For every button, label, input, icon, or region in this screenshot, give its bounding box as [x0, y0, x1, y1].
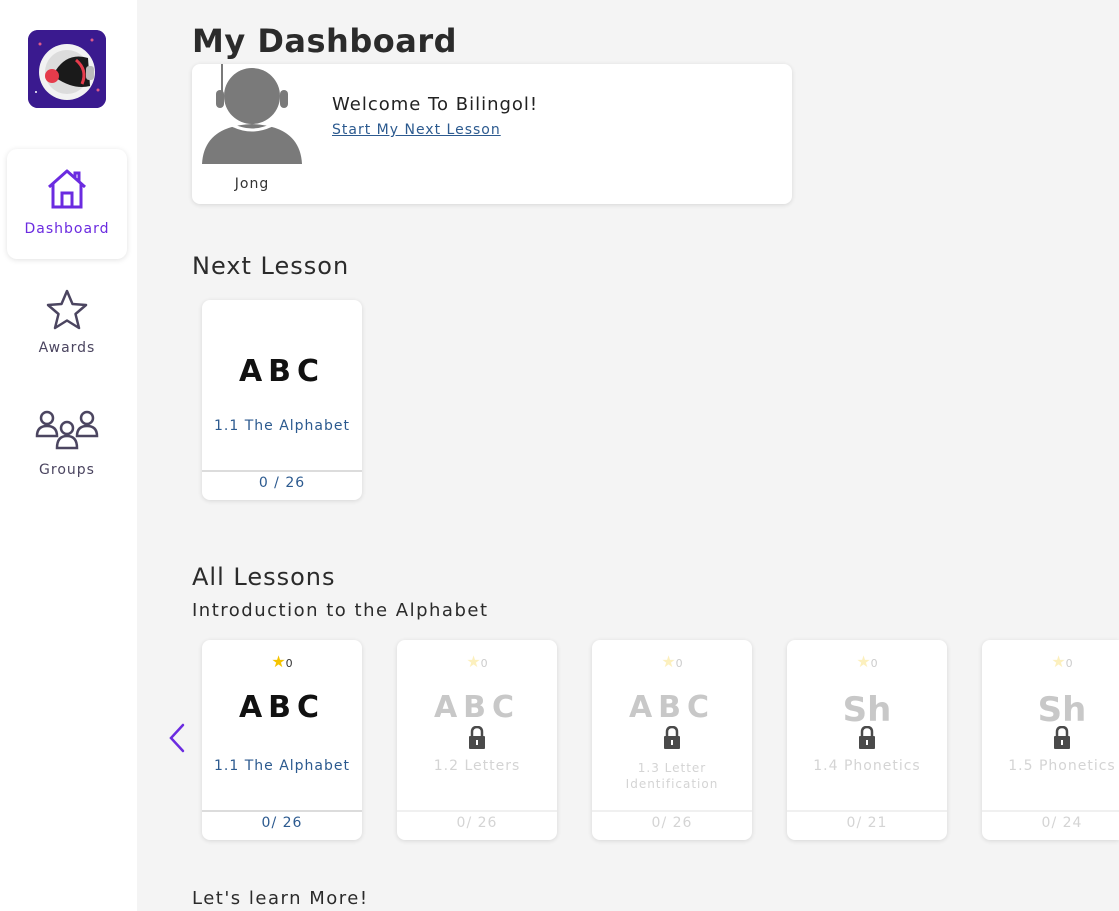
page-title: My Dashboard	[192, 22, 457, 60]
start-next-lesson-link[interactable]: Start My Next Lesson	[332, 122, 501, 138]
sidebar-item-awards[interactable]: Awards	[7, 272, 127, 382]
chevron-left-icon[interactable]	[166, 722, 188, 754]
lock-icon	[664, 726, 680, 749]
lesson-glyph: ABC	[238, 690, 326, 725]
lesson-card[interactable]: ★0 Sh 1.5 Phonetics 0/ 24	[982, 640, 1119, 840]
star-count: 0	[870, 657, 878, 670]
divider	[787, 810, 947, 812]
lesson-glyph: ABC	[238, 354, 326, 389]
sidebar-item-label: Dashboard	[24, 221, 110, 237]
lesson-name: 1.5 Phonetics	[1008, 758, 1116, 774]
divider	[592, 810, 752, 812]
lesson-glyph: ABC	[433, 690, 521, 725]
lock-icon	[859, 726, 875, 749]
all-lessons-heading: All Lessons	[192, 563, 336, 591]
lesson-stars: ★0	[592, 652, 752, 671]
star-icon: ★	[856, 652, 871, 671]
lock-icon	[469, 726, 485, 749]
sidebar-item-label: Awards	[38, 340, 96, 356]
lesson-card[interactable]: ★0 ABC 1.3 Letter Identification 0/ 26	[592, 640, 752, 840]
star-icon: ★	[661, 652, 676, 671]
divider	[982, 810, 1119, 812]
app-logo[interactable]	[28, 30, 106, 108]
lesson-progress: 0/ 26	[261, 815, 303, 831]
sidebar: Dashboard Awards Groups	[0, 0, 137, 911]
star-icon: ★	[466, 652, 481, 671]
next-lesson-card[interactable]: ABC 1.1 The Alphabet 0 / 26	[202, 300, 362, 500]
sidebar-item-groups[interactable]: Groups	[7, 396, 127, 506]
lesson-stars: ★0	[982, 652, 1119, 671]
lesson-stars: ★0	[202, 652, 362, 671]
lesson-glyph: Sh	[1037, 690, 1087, 730]
star-count: 0	[285, 657, 293, 670]
lesson-card[interactable]: ★0 ABC 1.1 The Alphabet 0/ 26	[202, 640, 362, 840]
lesson-card[interactable]: ★0 ABC 1.2 Letters 0/ 26	[397, 640, 557, 840]
divider	[397, 810, 557, 812]
star-count: 0	[675, 657, 683, 670]
welcome-message: Welcome To Bilingol!	[332, 94, 539, 115]
avatar-icon	[202, 64, 302, 164]
unit-title: Introduction to the Alphabet	[192, 600, 489, 621]
lesson-stars: ★0	[397, 652, 557, 671]
home-icon	[48, 169, 86, 209]
divider	[202, 810, 362, 812]
lesson-name: 1.3 Letter Identification	[625, 761, 719, 791]
astronaut-logo-icon	[28, 30, 106, 108]
lesson-name: 1.4 Phonetics	[813, 758, 921, 774]
star-icon: ★	[271, 652, 286, 671]
lesson-glyph: Sh	[842, 690, 892, 730]
sidebar-item-label: Groups	[39, 462, 95, 478]
star-count: 0	[1065, 657, 1073, 670]
sidebar-item-dashboard[interactable]: Dashboard	[7, 149, 127, 259]
lock-icon	[1054, 726, 1070, 749]
groups-icon	[35, 410, 99, 450]
lesson-stars: ★0	[787, 652, 947, 671]
star-icon: ★	[1051, 652, 1066, 671]
lesson-progress: 0/ 26	[651, 815, 693, 831]
lesson-progress: 0 / 26	[258, 475, 306, 491]
lesson-progress: 0/ 24	[1041, 815, 1083, 831]
lesson-name: 1.1 The Alphabet	[214, 418, 350, 434]
star-count: 0	[480, 657, 488, 670]
lesson-glyph: ABC	[628, 690, 716, 725]
divider	[202, 470, 362, 472]
lesson-progress: 0/ 21	[846, 815, 888, 831]
star-icon	[46, 289, 88, 330]
lesson-card[interactable]: ★0 Sh 1.4 Phonetics 0/ 21	[787, 640, 947, 840]
next-lesson-heading: Next Lesson	[192, 252, 350, 280]
lesson-progress: 0/ 26	[456, 815, 498, 831]
welcome-card: Jong Welcome To Bilingol! Start My Next …	[192, 64, 792, 204]
lesson-name: 1.1 The Alphabet	[214, 758, 350, 774]
user-name: Jong	[234, 176, 270, 192]
learn-more-heading: Let's learn More!	[192, 888, 369, 909]
lesson-name: 1.2 Letters	[433, 758, 521, 774]
